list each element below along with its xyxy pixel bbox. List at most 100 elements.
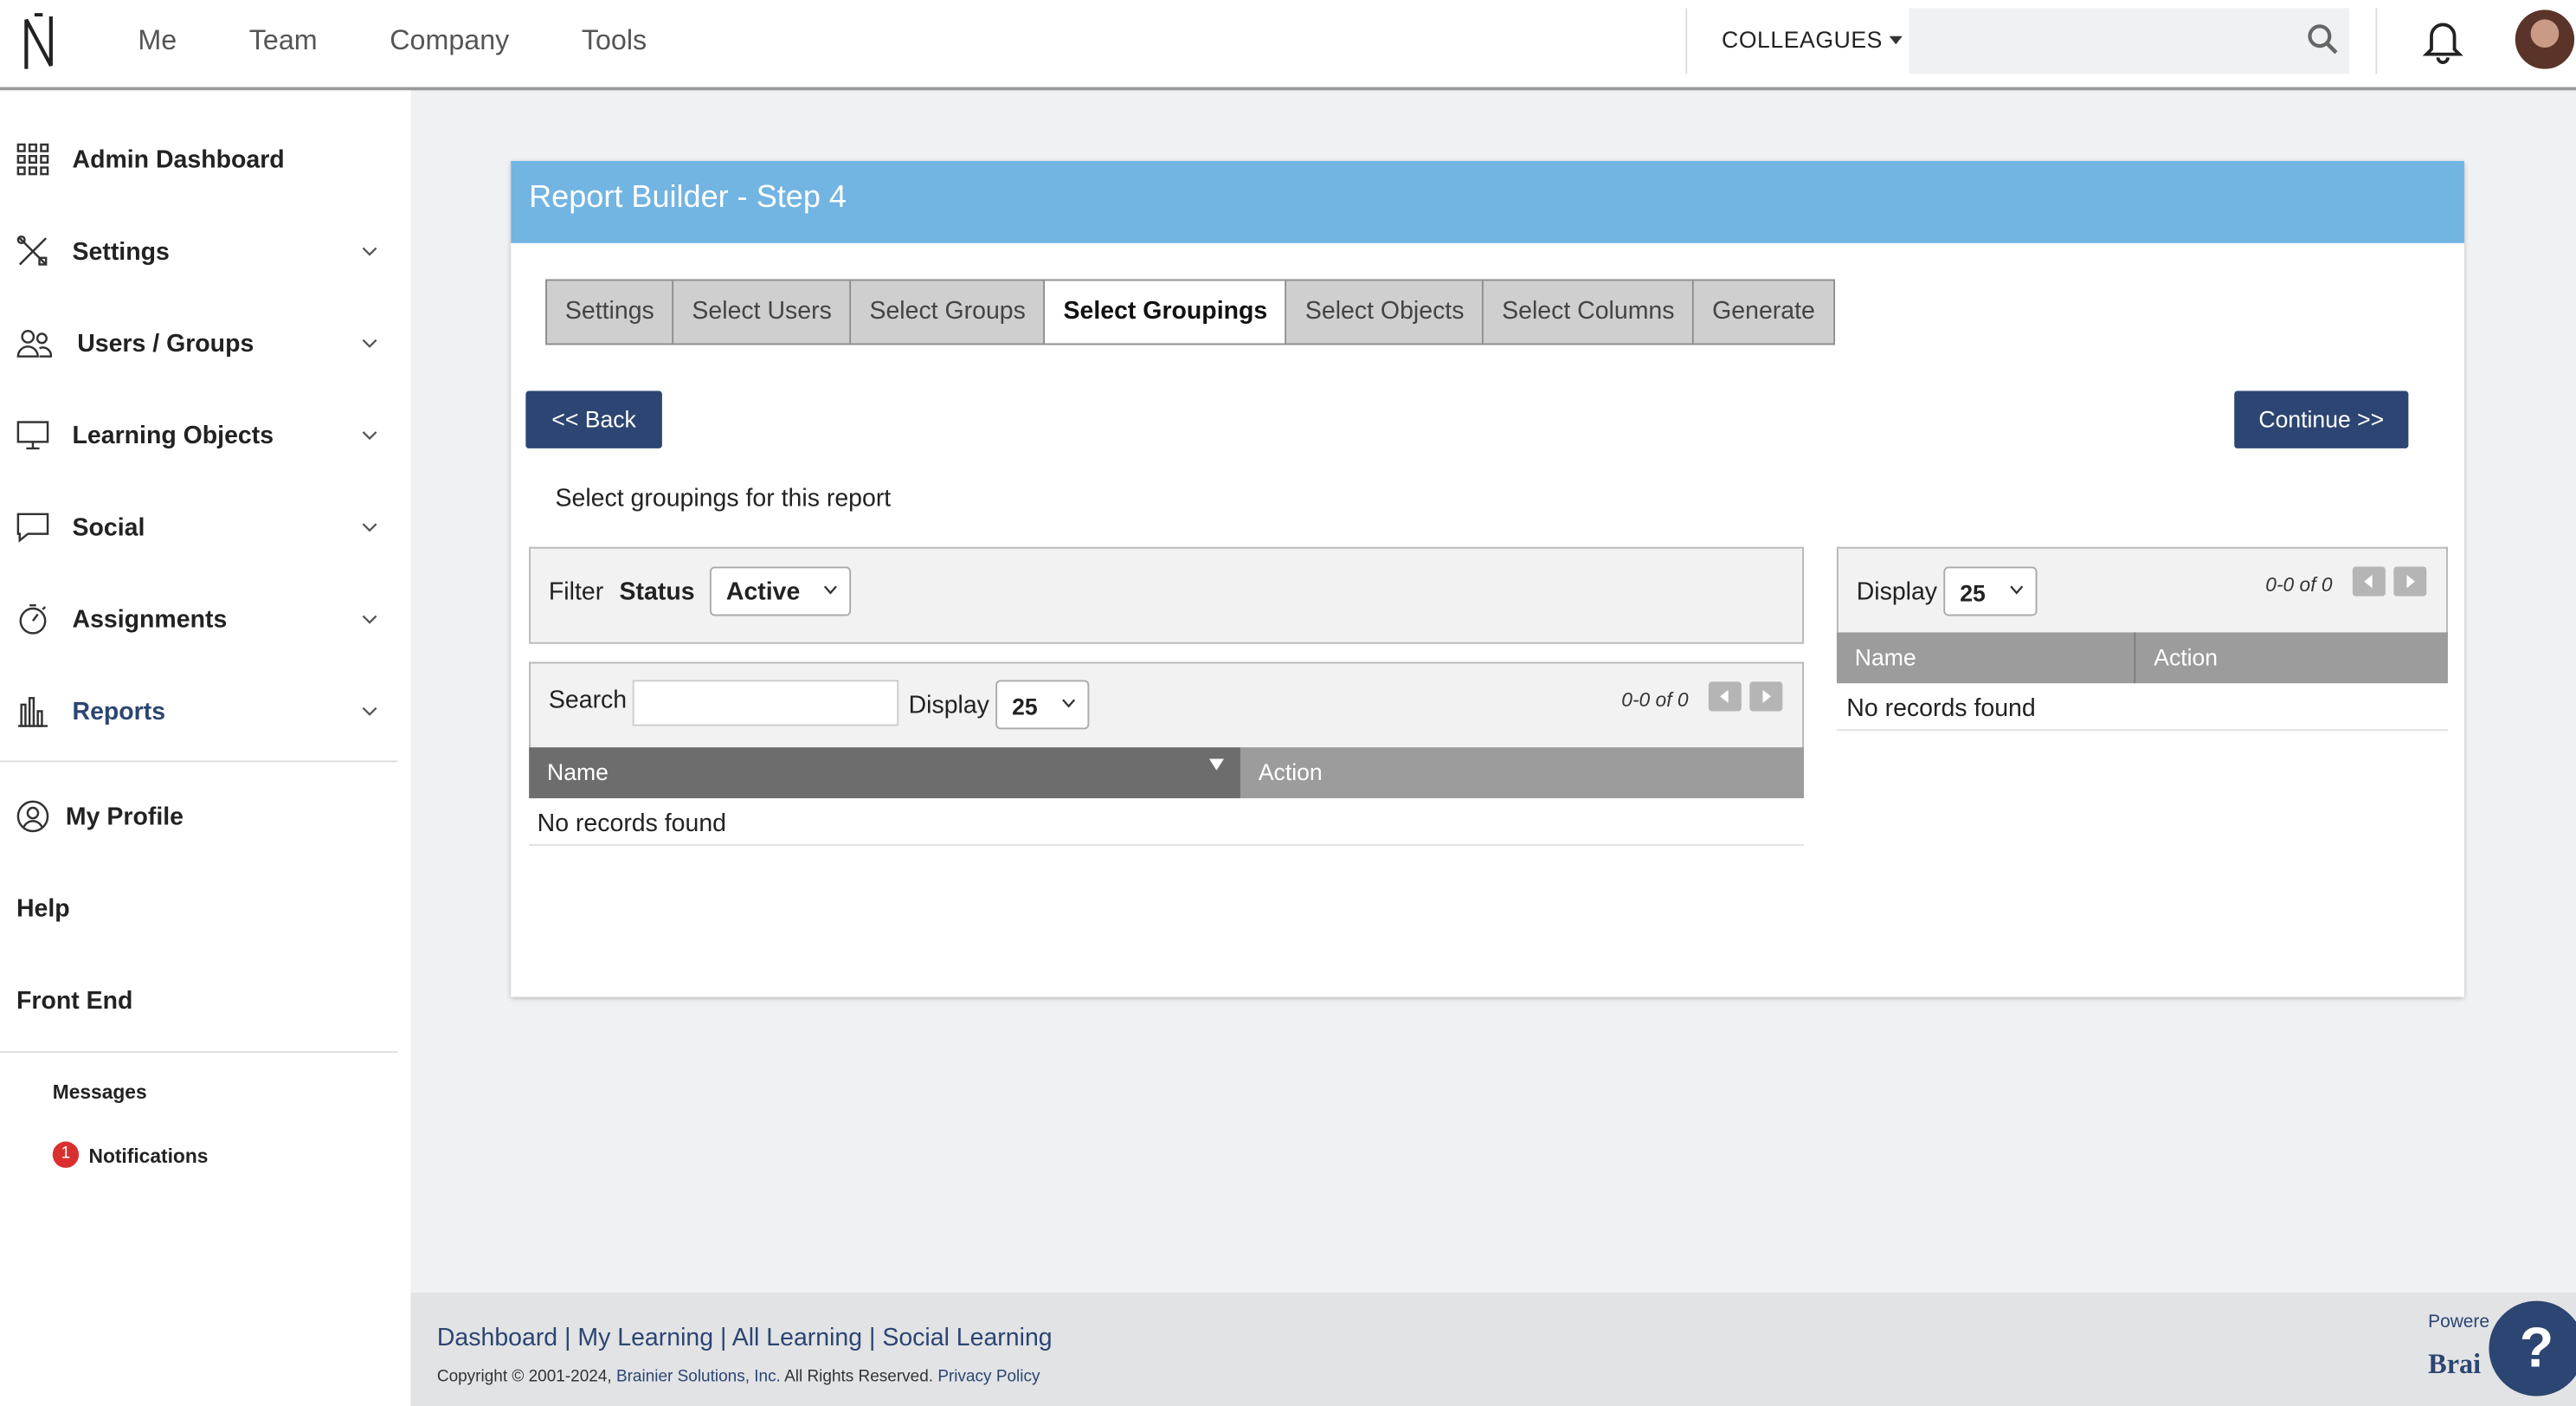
copyright-text: Copyright © 2001-2024, Brainier Solution…: [437, 1368, 1040, 1386]
bar-chart-icon: [17, 697, 48, 727]
sidebar-item-users-groups[interactable]: Users / Groups: [0, 311, 397, 377]
sidebar-item-label: My Profile: [65, 802, 184, 831]
tab-generate[interactable]: Generate: [1694, 281, 1833, 344]
sidebar-item-label: Social: [72, 513, 145, 542]
footer-link-social-learning[interactable]: Social Learning: [882, 1324, 1052, 1351]
filter-panel: Filter Status Active: [529, 546, 1804, 644]
column-header-label: Action: [2154, 643, 2219, 671]
column-header-action: Action: [1240, 747, 1804, 799]
sidebar-item-label: Reports: [72, 697, 166, 726]
tools-icon: [16, 235, 48, 266]
display-count-select[interactable]: 25: [995, 680, 1090, 730]
sidebar-item-assignments[interactable]: Assignments: [0, 586, 397, 652]
company-link[interactable]: Brainier Solutions, Inc.: [616, 1368, 781, 1386]
footer-link-dashboard[interactable]: Dashboard: [437, 1324, 557, 1351]
sidebar-item-help[interactable]: Help: [16, 895, 70, 923]
next-page-button[interactable]: [1749, 681, 1783, 712]
triangle-left-icon: [1720, 689, 1729, 703]
sidebar-item-social[interactable]: Social: [0, 494, 397, 560]
divider: [0, 1051, 398, 1054]
sidebar-item-messages[interactable]: Messages: [53, 1080, 147, 1104]
tab-select-columns[interactable]: Select Columns: [1484, 281, 1695, 344]
column-header-name[interactable]: Name: [529, 747, 1240, 799]
sidebar-item-front-end[interactable]: Front End: [16, 987, 132, 1015]
users-icon: [16, 330, 53, 358]
filter-label: Filter: [548, 577, 604, 607]
tab-settings[interactable]: Settings: [547, 281, 674, 344]
divider: [1685, 8, 1688, 74]
footer: Dashboard | My Learning | All Learning |…: [410, 1293, 2576, 1406]
column-header-label: Name: [1854, 643, 1916, 671]
status-select[interactable]: Active: [709, 566, 852, 616]
pagination-info: 0-0 of 0: [2265, 573, 2333, 597]
column-header-name[interactable]: Name: [1836, 632, 2136, 684]
divider: [1836, 729, 2448, 732]
brand-logo[interactable]: [20, 10, 60, 75]
chevron-down-icon: [362, 523, 377, 532]
status-select-value: Active: [725, 577, 801, 607]
avatar[interactable]: [2515, 10, 2575, 69]
footer-link-all-learning[interactable]: All Learning: [732, 1324, 862, 1351]
selected-groupings-toolbar: Display 25 0-0 of 0: [1836, 546, 2448, 635]
selected-groupings-header: Name Action: [1836, 632, 2448, 684]
privacy-policy-link[interactable]: Privacy Policy: [937, 1368, 1040, 1386]
column-header-action: Action: [2135, 632, 2448, 684]
top-nav-company[interactable]: Company: [357, 0, 542, 82]
chevron-down-icon: [823, 585, 837, 595]
sidebar-item-label: Admin Dashboard: [72, 145, 285, 174]
column-header-label: Name: [547, 758, 609, 785]
prev-page-button[interactable]: [2352, 566, 2386, 597]
prev-page-button[interactable]: [1708, 681, 1742, 712]
available-groupings-header: Name Action: [529, 747, 1804, 799]
tab-select-objects[interactable]: Select Objects: [1287, 281, 1484, 344]
sidebar-item-reports[interactable]: Reports: [0, 679, 397, 745]
chevron-down-icon: [362, 706, 377, 716]
sidebar-item-admin-dashboard[interactable]: Admin Dashboard: [0, 126, 397, 192]
divider: [529, 844, 1804, 847]
continue-button[interactable]: Continue >>: [2234, 390, 2409, 448]
copyright-label: Copyright © 2001-2024,: [436, 1368, 612, 1387]
caret-down-icon: [1889, 35, 1903, 45]
sidebar-item-learning-objects[interactable]: Learning Objects: [0, 403, 397, 468]
top-nav-me[interactable]: Me: [105, 0, 209, 82]
chevron-down-icon: [362, 431, 377, 441]
top-nav-tools[interactable]: Tools: [549, 0, 679, 82]
sidebar-item-notifications[interactable]: Notifications: [88, 1145, 208, 1168]
divider: [0, 760, 398, 763]
powered-by-text: Powere: [2428, 1312, 2489, 1332]
sort-desc-icon: [1208, 758, 1224, 771]
status-label: Status: [619, 577, 695, 607]
sidebar-item-settings[interactable]: Settings: [0, 218, 397, 284]
stopwatch-icon: [19, 603, 47, 635]
display-label: Display: [908, 691, 989, 719]
sidebar-item-label: Assignments: [72, 605, 228, 634]
brainier-logo[interactable]: Brai: [2428, 1349, 2481, 1382]
tab-select-groups[interactable]: Select Groups: [851, 281, 1046, 344]
footer-link-my-learning[interactable]: My Learning: [577, 1324, 713, 1351]
search-label: Search: [548, 687, 628, 715]
bell-icon[interactable]: [2420, 15, 2466, 64]
chevron-down-icon: [1062, 699, 1076, 708]
sidebar-item-my-profile[interactable]: My Profile: [0, 784, 397, 849]
footer-separator: |: [869, 1324, 883, 1352]
display-count-value: 25: [1960, 579, 1986, 607]
pagination-info: 0-0 of 0: [1621, 687, 1689, 712]
next-page-button[interactable]: [2393, 566, 2427, 597]
groupings-search-input[interactable]: [632, 680, 899, 726]
tab-select-users[interactable]: Select Users: [673, 281, 852, 344]
top-nav-team[interactable]: Team: [216, 0, 351, 82]
help-question-icon[interactable]: ?: [2489, 1300, 2576, 1396]
user-circle-icon: [16, 800, 49, 833]
back-button[interactable]: << Back: [525, 390, 662, 448]
chat-icon: [16, 513, 49, 543]
chevron-down-icon: [362, 247, 377, 256]
sidebar-item-label: Users / Groups: [77, 329, 254, 358]
display-label: Display: [1856, 577, 1938, 607]
tab-select-groupings[interactable]: Select Groupings: [1045, 281, 1288, 344]
colleagues-dropdown[interactable]: COLLEAGUES: [1722, 0, 1903, 79]
search-icon[interactable]: [2307, 23, 2340, 56]
empty-state-text: No records found: [1846, 694, 2036, 723]
global-search-input[interactable]: [1909, 8, 2350, 74]
chevron-down-icon: [2010, 585, 2024, 595]
display-count-select[interactable]: 25: [1943, 566, 2038, 616]
